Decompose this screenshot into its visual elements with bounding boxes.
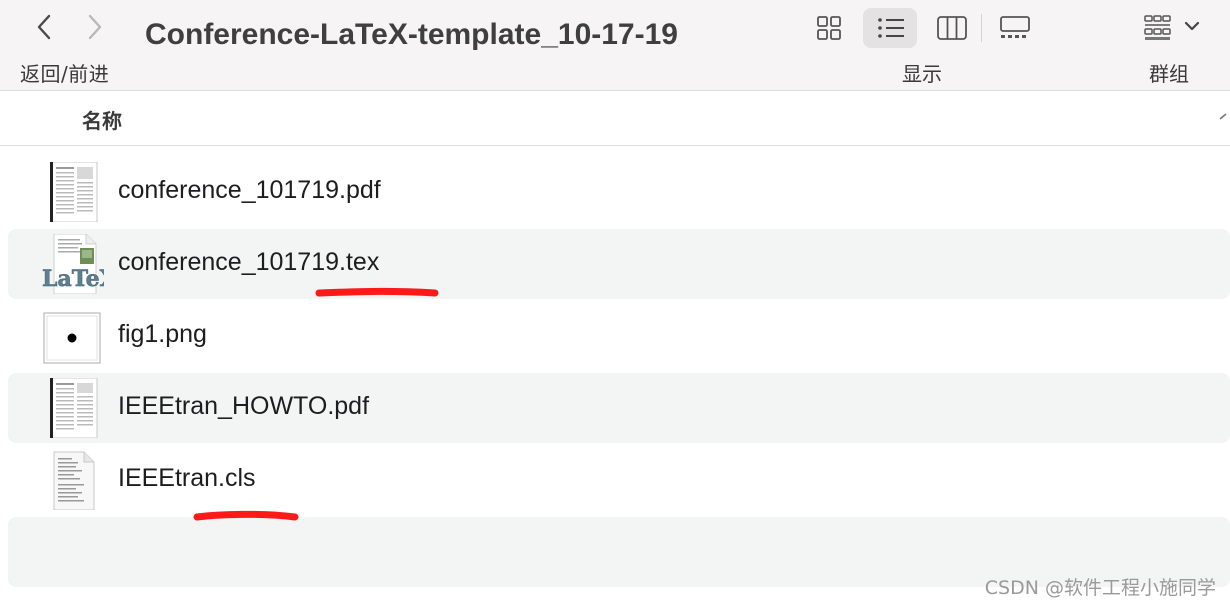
watermark-text: CSDN @软件工程小施同学 [984, 577, 1216, 599]
pdf-document-icon [50, 378, 98, 438]
group-button[interactable] [1138, 8, 1208, 48]
chevron-right-icon [88, 14, 102, 40]
file-row[interactable]: conference_101719.pdf [8, 157, 1230, 227]
file-row[interactable]: IEEEtran.cls [8, 445, 1230, 515]
list-view-button[interactable] [863, 8, 917, 48]
text-document-icon [53, 451, 95, 510]
file-name: conference_101719.pdf [118, 176, 381, 204]
toolbar-divider [981, 14, 982, 42]
back-button[interactable] [30, 10, 60, 44]
gallery-view-icon [1000, 16, 1030, 38]
chevron-down-icon [1184, 21, 1200, 31]
file-row[interactable]: IEEEtran_HOWTO.pdf [8, 373, 1230, 443]
chevron-left-icon [37, 14, 51, 40]
column-header-bar: 名称 [0, 91, 1230, 146]
svg-text:LaTeX: LaTeX [42, 266, 104, 292]
group-icon [1144, 15, 1200, 40]
red-underline-annotation [193, 510, 299, 521]
file-name: fig1.png [118, 320, 207, 348]
latex-file-icon: LaTeX [42, 234, 104, 294]
column-view-icon [937, 16, 967, 40]
red-underline-annotation [315, 287, 439, 297]
png-image-icon [43, 312, 101, 364]
file-row[interactable]: fig1.png [8, 301, 1230, 371]
toolbar: 返回/前进 Conference-LaTeX-template_10-17-19 [0, 0, 1230, 91]
icon-view-button[interactable] [803, 8, 857, 48]
group-label: 群组 [1149, 62, 1189, 86]
file-name: IEEEtran.cls [118, 464, 256, 492]
back-forward-label: 返回/前进 [20, 62, 110, 86]
forward-button[interactable] [80, 10, 110, 44]
column-view-button[interactable] [924, 8, 978, 48]
sort-ascending-icon[interactable] [1218, 111, 1230, 121]
file-row[interactable]: LaTeX conference_101719.tex [8, 229, 1230, 299]
list-view-icon [878, 18, 904, 38]
window-title: Conference-LaTeX-template_10-17-19 [145, 18, 678, 51]
file-name: conference_101719.tex [118, 248, 380, 276]
name-column-header[interactable]: 名称 [82, 105, 122, 134]
grid-view-icon [817, 16, 841, 40]
pdf-document-icon [50, 162, 98, 222]
display-label: 显示 [902, 62, 942, 86]
file-name: IEEEtran_HOWTO.pdf [118, 392, 370, 420]
gallery-view-button[interactable] [986, 8, 1040, 48]
